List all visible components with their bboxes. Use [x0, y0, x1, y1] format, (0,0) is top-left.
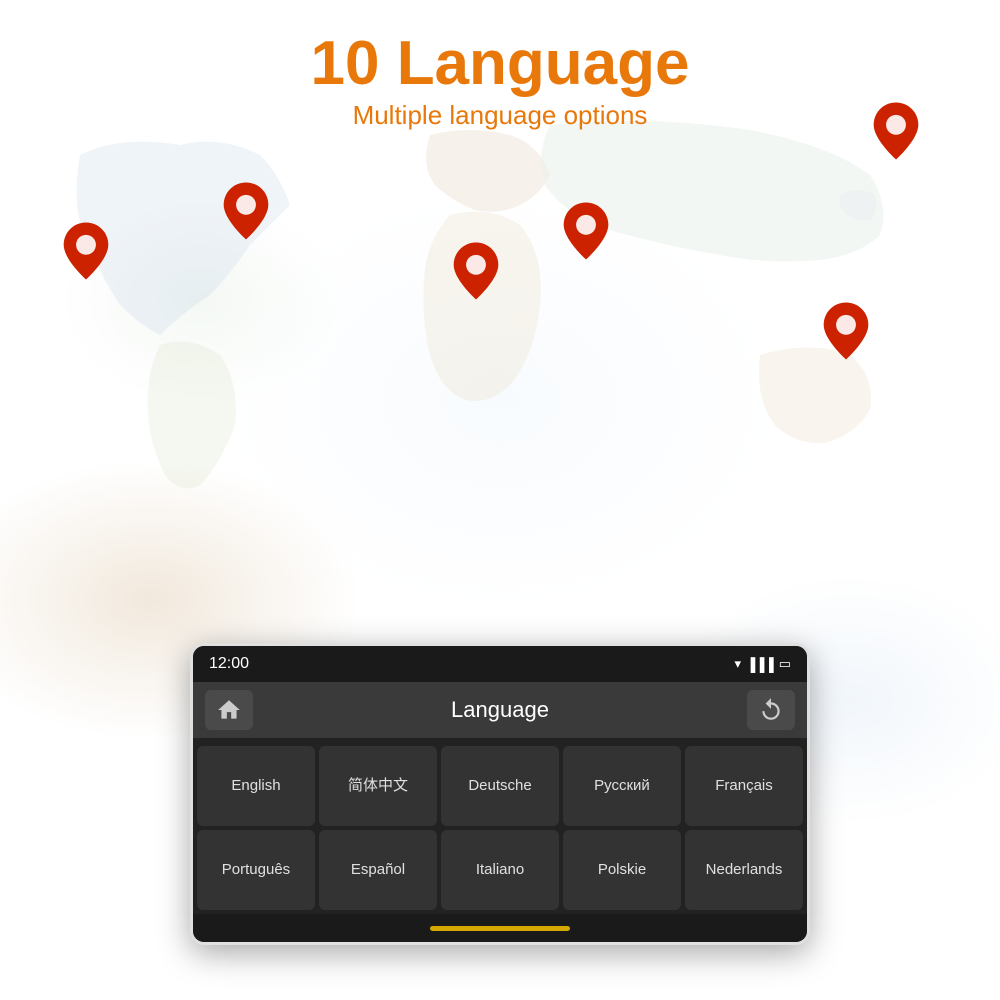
lang-chinese[interactable]: 简体中文: [319, 746, 437, 826]
lang-russian[interactable]: Русский: [563, 746, 681, 826]
lang-french[interactable]: Français: [685, 746, 803, 826]
map-pin-4: [560, 200, 612, 262]
status-time: 12:00: [209, 655, 249, 673]
language-grid: English 简体中文 Deutsche Русский Français P…: [193, 742, 807, 914]
map-pin-3: [450, 240, 502, 302]
nav-title: Language: [253, 697, 747, 723]
app-screen: Language English 简体中文 Deutsche Русский F…: [193, 682, 807, 914]
lang-italian[interactable]: Italiano: [441, 830, 559, 910]
home-button[interactable]: [205, 690, 253, 730]
map-pin-5: [870, 100, 922, 162]
back-button[interactable]: [747, 690, 795, 730]
lang-english[interactable]: English: [197, 746, 315, 826]
wifi-icon: ▾: [735, 656, 742, 672]
device-frame: 12:00 ▾ ▐▐▐ ▭ Language English: [190, 643, 810, 945]
lang-dutch[interactable]: Nederlands: [685, 830, 803, 910]
header-area: 10 Language Multiple language options: [0, 30, 1000, 131]
lang-polish[interactable]: Polskie: [563, 830, 681, 910]
status-bar: 12:00 ▾ ▐▐▐ ▭: [193, 646, 807, 682]
page-subtitle: Multiple language options: [0, 100, 1000, 131]
battery-icon: ▭: [779, 656, 791, 672]
lang-spanish[interactable]: Español: [319, 830, 437, 910]
signal-icon: ▐▐▐: [746, 657, 774, 672]
lang-portuguese[interactable]: Português: [197, 830, 315, 910]
lang-german[interactable]: Deutsche: [441, 746, 559, 826]
status-icons: ▾ ▐▐▐ ▭: [735, 656, 791, 672]
bottom-indicator: [430, 926, 570, 931]
bottom-bar: [193, 914, 807, 942]
nav-bar: Language: [193, 682, 807, 738]
map-pin-2: [220, 180, 272, 242]
map-pin-1: [60, 220, 112, 282]
page-title: 10 Language: [0, 30, 1000, 98]
map-pin-6: [820, 300, 872, 362]
